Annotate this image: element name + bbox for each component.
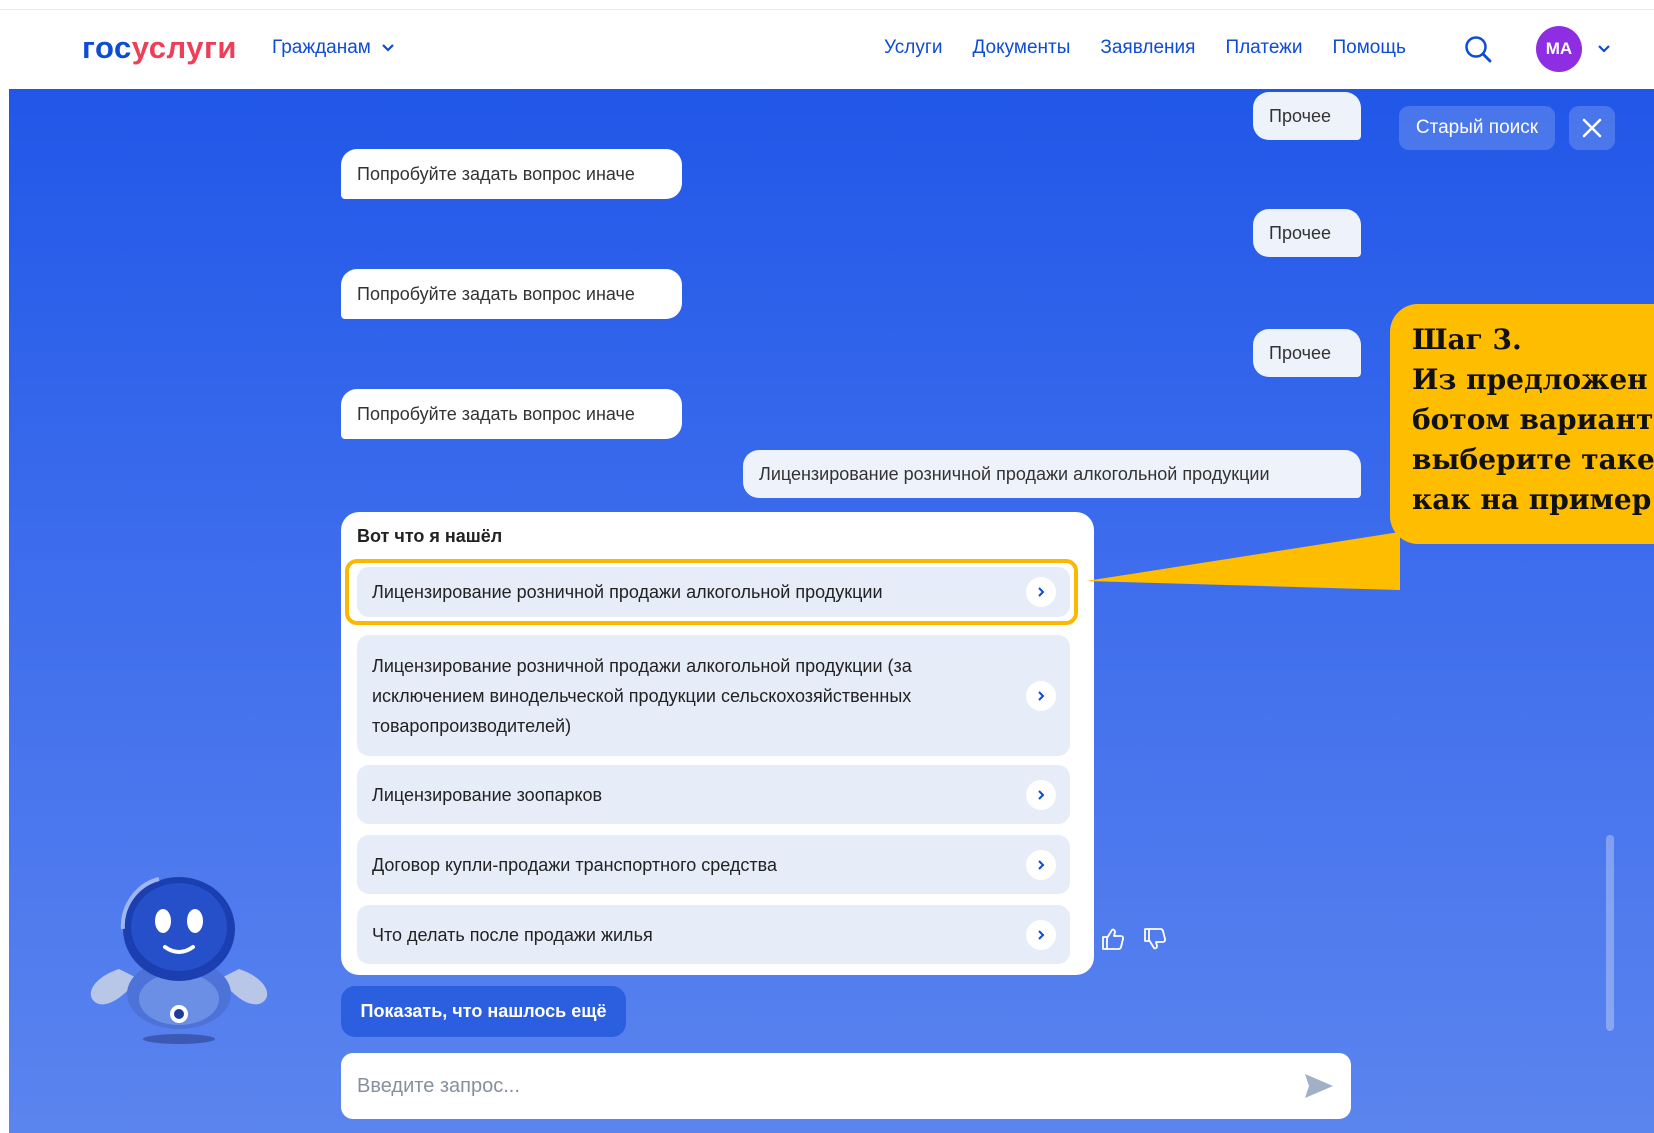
chat-panel: Старый поиск Прочее Попробуйте задать во… (9, 89, 1654, 1133)
scrollbar[interactable] (1606, 835, 1614, 1031)
bot-message: Попробуйте задать вопрос иначе (341, 389, 682, 439)
query-input-box (341, 1053, 1351, 1119)
gosuslugi-logo[interactable]: госуслуги (82, 30, 237, 66)
chevron-down-icon (382, 44, 394, 52)
query-input[interactable] (357, 1074, 1257, 1098)
result-item[interactable]: Договор купли-продажи транспортного сред… (357, 835, 1070, 894)
highlight-frame (345, 559, 1078, 625)
logo-part-gos: гос (82, 30, 132, 65)
nav-payments[interactable]: Платежи (1225, 37, 1302, 59)
send-icon[interactable] (1303, 1070, 1335, 1102)
nav-services[interactable]: Услуги (884, 37, 942, 59)
results-title: Вот что я нашёл (357, 526, 503, 546)
close-button[interactable] (1569, 106, 1615, 150)
instruction-callout: Шаг 3. Из предложен ботом вариант выбери… (1390, 304, 1654, 544)
main-nav: Услуги Документы Заявления Платежи Помощ… (884, 37, 1406, 59)
avatar-initials: МА (1545, 39, 1573, 58)
user-message: Лицензирование розничной продажи алкогол… (743, 450, 1361, 498)
user-message: Прочее (1253, 329, 1361, 377)
chevron-right-icon (1026, 779, 1056, 810)
thumbs-up-icon[interactable] (1100, 926, 1126, 952)
callout-line: как на пример (1412, 483, 1652, 516)
bot-message: Попробуйте задать вопрос иначе (341, 149, 682, 199)
search-icon[interactable] (1463, 34, 1493, 64)
chevron-right-icon (1026, 849, 1056, 880)
result-item[interactable]: Лицензирование розничной продажи алкогол… (357, 635, 1070, 756)
thumbs-down-icon[interactable] (1142, 926, 1168, 952)
result-item-label: Что делать после продажи жилья (372, 924, 653, 945)
feedback-buttons (1100, 926, 1168, 952)
user-message: Прочее (1253, 92, 1361, 140)
audience-selector[interactable]: Гражданам (272, 37, 395, 59)
site-header: госуслуги Гражданам Услуги Документы Зая… (0, 10, 1654, 89)
close-icon (1582, 118, 1602, 138)
avatar[interactable]: МА (1536, 26, 1582, 72)
callout-line: ботом вариант (1412, 403, 1654, 436)
callout-line: выберите таке (1412, 443, 1654, 476)
chevron-right-icon (1026, 919, 1056, 950)
logo-part-uslugi: услуги (131, 30, 237, 65)
result-item[interactable]: Лицензирование зоопарков (357, 765, 1070, 824)
callout-line: Шаг 3. (1412, 323, 1522, 356)
result-item-label: Договор купли-продажи транспортного сред… (372, 854, 778, 875)
callout-line: Из предложен (1412, 363, 1648, 396)
old-search-button[interactable]: Старый поиск (1399, 106, 1555, 150)
chevron-right-icon (1026, 680, 1056, 711)
chevron-down-icon[interactable] (1596, 42, 1612, 56)
top-border (0, 0, 1654, 10)
audience-label: Гражданам (272, 37, 371, 58)
bot-message: Попробуйте задать вопрос иначе (341, 269, 682, 319)
result-item-label: Лицензирование зоопарков (372, 784, 603, 805)
user-message: Прочее (1253, 209, 1361, 257)
show-more-button[interactable]: Показать, что нашлось ещё (341, 986, 626, 1037)
robot-assistant-icon (90, 877, 268, 1044)
result-item-label: Лицензирование розничной продажи алкогол… (372, 655, 912, 736)
result-item[interactable]: Что делать после продажи жилья (357, 905, 1070, 964)
nav-documents[interactable]: Документы (972, 37, 1070, 59)
nav-applications[interactable]: Заявления (1100, 37, 1195, 59)
search-results-card: Вот что я нашёл Лицензирование розничной… (341, 512, 1094, 975)
nav-help[interactable]: Помощь (1333, 37, 1406, 59)
